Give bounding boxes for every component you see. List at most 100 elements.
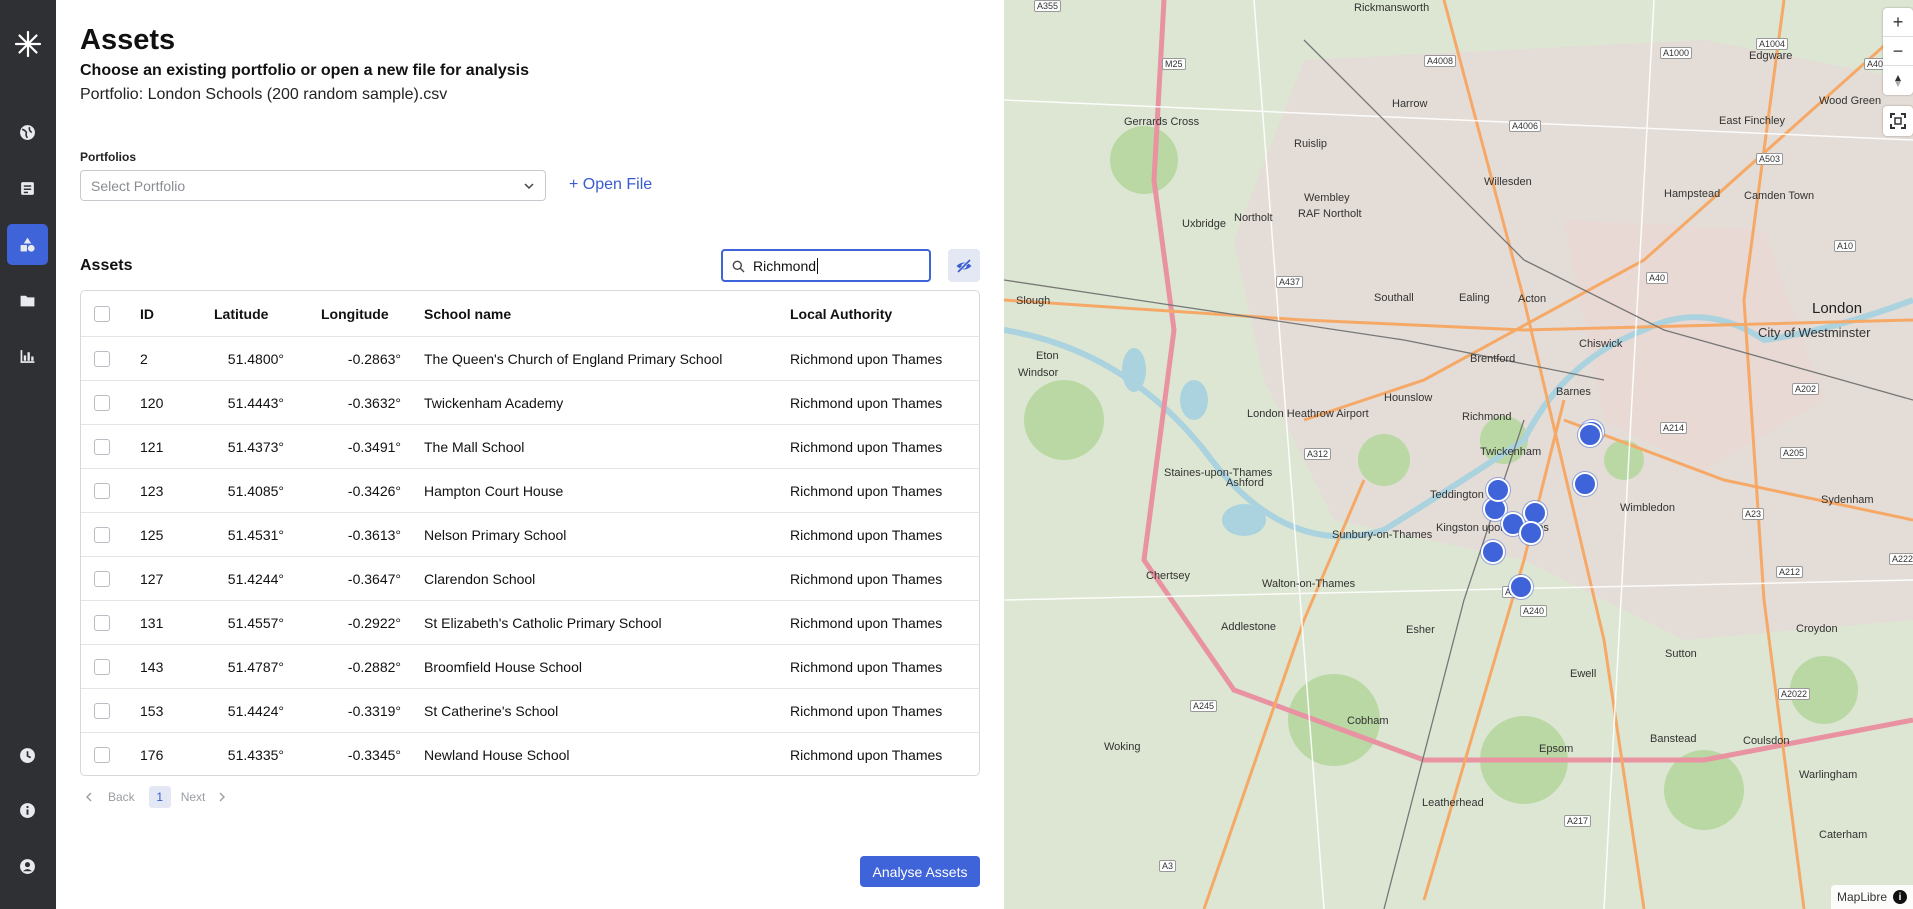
chevron-left-icon[interactable] <box>84 792 94 802</box>
cell-longitude: -0.3426° <box>347 482 401 499</box>
map-road-label: A355 <box>1034 0 1062 12</box>
cell-school-name: St Elizabeth's Catholic Primary School <box>424 614 662 631</box>
map-place-label: Rickmansworth <box>1354 2 1430 14</box>
table-row[interactable]: 176 51.4335° -0.3345° Newland House School R… <box>81 732 979 775</box>
cell-school-name: St Catherine's School <box>424 702 559 719</box>
map-place-label: Ealing <box>1459 292 1490 304</box>
folder-icon[interactable] <box>7 280 48 321</box>
map-road-label: A1000 <box>1660 47 1693 59</box>
map-marker[interactable] <box>1485 478 1510 503</box>
map-place-label: Epsom <box>1539 743 1574 755</box>
row-checkbox[interactable] <box>94 570 110 587</box>
pagination-back[interactable]: Back <box>108 790 135 804</box>
open-file-link[interactable]: + Open File <box>569 176 652 194</box>
attribution-text[interactable]: MapLibre <box>1837 890 1887 904</box>
cell-longitude: -0.3632° <box>347 394 401 411</box>
shapes-icon[interactable] <box>7 224 48 265</box>
zoom-out-button[interactable]: − <box>1883 37 1913 66</box>
pagination-page-1[interactable]: 1 <box>148 786 171 808</box>
map-marker[interactable] <box>1577 422 1602 447</box>
table-row[interactable]: 121 51.4373° -0.3491° The Mall School Richmo… <box>81 424 979 468</box>
portfolio-select[interactable]: Select Portfolio <box>80 170 546 201</box>
page-title: Assets <box>80 24 176 56</box>
map-place-label: Windsor <box>1018 367 1059 379</box>
map-place-label: Wimbledon <box>1620 502 1676 514</box>
cell-id: 2 <box>140 350 148 367</box>
fullscreen-button[interactable] <box>1883 106 1913 136</box>
globe-icon[interactable] <box>7 112 48 153</box>
table-row[interactable]: 123 51.4085° -0.3426° Hampton Court House Ri… <box>81 468 979 512</box>
cell-id: 176 <box>140 746 164 763</box>
column-header-longitude[interactable]: Longitude <box>321 306 401 322</box>
table-row[interactable]: 120 51.4443° -0.3632° Twickenham Academy Ric… <box>81 380 979 424</box>
column-header-latitude[interactable]: Latitude <box>214 306 284 322</box>
row-checkbox[interactable] <box>94 658 110 675</box>
sidebar <box>0 0 56 909</box>
cell-id: 153 <box>140 702 164 719</box>
map-marker[interactable] <box>1519 520 1544 545</box>
cell-local-authority: Richmond upon Thames <box>790 526 943 543</box>
attribution-info-icon[interactable]: i <box>1893 890 1907 904</box>
map-place-label: Chertsey <box>1146 570 1191 582</box>
analyse-assets-button[interactable]: Analyse Assets <box>860 856 980 887</box>
select-all-checkbox[interactable] <box>94 305 110 322</box>
cell-school-name: Nelson Primary School <box>424 526 567 543</box>
column-header-id[interactable]: ID <box>140 306 154 322</box>
toggle-visibility-button[interactable] <box>948 249 980 282</box>
map-place-label: Sutton <box>1665 648 1697 660</box>
document-icon[interactable] <box>7 168 48 209</box>
cell-school-name: The Queen's Church of England Primary Sc… <box>424 350 723 367</box>
map-place-label: Uxbridge <box>1182 218 1227 230</box>
compass-icon[interactable] <box>1883 66 1913 95</box>
column-header-local-authority[interactable]: Local Authority <box>790 306 892 322</box>
chevron-down-icon <box>524 183 534 190</box>
map-place-label: Hampstead <box>1664 188 1721 200</box>
table-row[interactable]: 2 51.4800° -0.2863° The Queen's Church of E… <box>81 336 979 380</box>
map-place-label: Croydon <box>1796 623 1838 635</box>
map-road-label: A1004 <box>1756 38 1789 50</box>
map-place-label: Harrow <box>1392 98 1428 110</box>
eye-off-icon <box>956 258 972 273</box>
row-checkbox[interactable] <box>94 350 110 367</box>
map-place-label: Caterham <box>1819 829 1868 841</box>
chevron-right-icon[interactable] <box>217 792 227 802</box>
row-checkbox[interactable] <box>94 746 110 763</box>
row-checkbox[interactable] <box>94 526 110 543</box>
table-row[interactable]: 131 51.4557° -0.2922° St Elizabeth's Cathol… <box>81 600 979 644</box>
user-icon[interactable] <box>7 846 48 887</box>
clock-icon[interactable] <box>7 735 48 776</box>
map-place-label: Woking <box>1104 741 1141 753</box>
map-place-label: Northolt <box>1234 212 1273 224</box>
row-checkbox[interactable] <box>94 394 110 411</box>
map-place-label: Sunbury-on-Thames <box>1332 529 1433 541</box>
column-header-school-name[interactable]: School name <box>424 306 511 322</box>
map-view[interactable]: Rickmansworth Edgware Gerrards Cross Ruisli… <box>1004 0 1913 909</box>
cell-id: 127 <box>140 570 164 587</box>
row-checkbox[interactable] <box>94 438 110 455</box>
info-icon[interactable] <box>7 790 48 831</box>
map-road-label: A503 <box>1756 153 1784 165</box>
map-place-label: London Heathrow Airport <box>1247 408 1369 420</box>
map-marker[interactable] <box>1572 472 1597 497</box>
row-checkbox[interactable] <box>94 702 110 719</box>
row-checkbox[interactable] <box>94 614 110 631</box>
table-row[interactable]: 127 51.4244° -0.3647° Clarendon School Richm… <box>81 556 979 600</box>
cell-id: 120 <box>140 394 164 411</box>
pagination-next[interactable]: Next <box>181 790 206 804</box>
app-logo-icon[interactable] <box>7 23 48 64</box>
assets-panel: Assets Choose an existing portfolio or o… <box>56 0 1004 909</box>
map-marker[interactable] <box>1509 574 1534 599</box>
map-place-label: Addlestone <box>1221 621 1277 633</box>
portfolio-select-placeholder: Select Portfolio <box>91 177 186 194</box>
table-row[interactable]: 125 51.4531° -0.3613° Nelson Primary School… <box>81 512 979 556</box>
map-road-label: A40 <box>1646 272 1669 284</box>
cell-id: 123 <box>140 482 164 499</box>
bar-chart-icon[interactable] <box>7 336 48 377</box>
asset-search-input[interactable]: Richmond <box>721 249 931 282</box>
page-subtitle: Choose an existing portfolio or open a n… <box>80 62 529 79</box>
table-row[interactable]: 143 51.4787° -0.2882° Broomfield House Scho… <box>81 644 979 688</box>
cell-local-authority: Richmond upon Thames <box>790 614 943 631</box>
row-checkbox[interactable] <box>94 482 110 499</box>
table-row[interactable]: 153 51.4424° -0.3319° St Catherine's School… <box>81 688 979 732</box>
zoom-in-button[interactable]: + <box>1883 8 1913 37</box>
